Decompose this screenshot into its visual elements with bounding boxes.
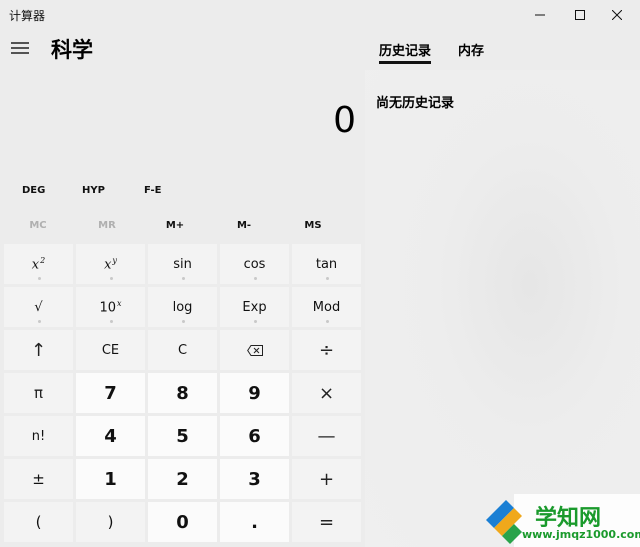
digit-6-button[interactable]: 6 <box>220 416 289 456</box>
close-icon <box>612 10 622 20</box>
memory-store-button[interactable]: MS <box>279 220 347 231</box>
digit-2-button[interactable]: 2 <box>148 459 217 499</box>
key-label: 1 <box>104 468 117 490</box>
exp-button[interactable]: Exp <box>220 287 289 327</box>
shift-arrow-icon: ↑ <box>30 339 47 361</box>
digit-8-button[interactable]: 8 <box>148 373 217 413</box>
close-button[interactable] <box>594 0 640 30</box>
active-tab-indicator <box>379 61 431 64</box>
memory-recall-button[interactable]: MR <box>73 220 141 231</box>
sqrt-button[interactable]: √ <box>4 287 73 327</box>
backspace-button[interactable] <box>220 330 289 370</box>
key-label: log <box>172 299 193 315</box>
key-label: 9 <box>248 382 261 404</box>
key-label: 6 <box>248 425 261 447</box>
square-button[interactable]: x2 <box>4 244 73 284</box>
backspace-icon <box>246 344 263 356</box>
minus-button[interactable]: — <box>292 416 361 456</box>
key-label: Mod <box>312 299 341 315</box>
key-label: 5 <box>176 425 189 447</box>
key-label: 7 <box>104 382 117 404</box>
digit-0-button[interactable]: 0 <box>148 502 217 542</box>
mode-title: 科学 <box>51 38 93 62</box>
digit-5-button[interactable]: 5 <box>148 416 217 456</box>
right-paren-button[interactable]: ) <box>76 502 145 542</box>
digit-9-button[interactable]: 9 <box>220 373 289 413</box>
equals-button[interactable]: = <box>292 502 361 542</box>
log-button[interactable]: log <box>148 287 217 327</box>
menu-button[interactable] <box>10 40 32 58</box>
clear-button[interactable]: C <box>148 330 217 370</box>
key-label: 8 <box>176 382 189 404</box>
key-label: Exp <box>242 299 267 315</box>
digit-3-button[interactable]: 3 <box>220 459 289 499</box>
digit-1-button[interactable]: 1 <box>76 459 145 499</box>
plus-button[interactable]: + <box>292 459 361 499</box>
key-label: ( <box>35 513 42 531</box>
maximize-icon <box>575 10 585 20</box>
digit-7-button[interactable]: 7 <box>76 373 145 413</box>
key-label: + <box>318 468 335 490</box>
memory-add-button[interactable]: M+ <box>141 220 209 231</box>
key-label: ) <box>107 513 114 531</box>
app-title: 计算器 <box>9 9 46 23</box>
key-label: n! <box>31 428 46 444</box>
hyp-button[interactable]: HYP <box>82 185 105 196</box>
key-label: — <box>317 425 336 447</box>
result-display: 0 <box>333 100 356 141</box>
digit-4-button[interactable]: 4 <box>76 416 145 456</box>
key-label: x2 <box>31 255 46 273</box>
key-label: 2 <box>176 468 189 490</box>
tan-button[interactable]: tan <box>292 244 361 284</box>
factorial-button[interactable]: n! <box>4 416 73 456</box>
key-label: tan <box>315 256 338 272</box>
left-paren-button[interactable]: ( <box>4 502 73 542</box>
watermark-url: www.jmqz1000.com <box>522 528 640 541</box>
key-label: xy <box>104 255 117 273</box>
shift-button[interactable]: ↑ <box>4 330 73 370</box>
history-panel-background <box>365 70 640 547</box>
tab-history[interactable]: 历史记录 <box>379 40 431 59</box>
multiply-button[interactable]: × <box>292 373 361 413</box>
pi-button[interactable]: π <box>4 373 73 413</box>
key-label: √ <box>34 299 43 315</box>
angle-mode-button[interactable]: DEG <box>22 185 45 196</box>
key-label: × <box>318 382 335 404</box>
ten-power-button[interactable]: 10x <box>76 287 145 327</box>
key-label: ÷ <box>318 339 335 361</box>
tab-memory[interactable]: 内存 <box>458 40 484 59</box>
clear-entry-button[interactable]: CE <box>76 330 145 370</box>
key-label: 0 <box>176 511 189 533</box>
key-label: 4 <box>104 425 117 447</box>
fe-button[interactable]: F-E <box>144 185 162 196</box>
power-button[interactable]: xy <box>76 244 145 284</box>
memory-subtract-button[interactable]: M- <box>210 220 278 231</box>
divide-button[interactable]: ÷ <box>292 330 361 370</box>
mod-button[interactable]: Mod <box>292 287 361 327</box>
empty-history-message: 尚无历史记录 <box>376 96 455 111</box>
key-label: π <box>33 384 44 402</box>
key-label: C <box>177 342 188 358</box>
key-label: CE <box>101 342 120 358</box>
decimal-button[interactable]: . <box>220 502 289 542</box>
key-label: . <box>251 511 258 533</box>
key-label: = <box>318 511 335 533</box>
memory-clear-button[interactable]: MC <box>4 220 72 231</box>
negate-button[interactable]: ± <box>4 459 73 499</box>
title-bar: 计算器 <box>0 0 640 30</box>
sin-button[interactable]: sin <box>148 244 217 284</box>
minimize-icon <box>535 14 545 16</box>
key-label: 3 <box>248 468 261 490</box>
cos-button[interactable]: cos <box>220 244 289 284</box>
key-label: 10x <box>99 298 122 316</box>
key-label: cos <box>243 256 266 272</box>
key-label: sin <box>173 256 192 272</box>
hamburger-icon <box>11 42 29 54</box>
key-label: ± <box>32 470 45 488</box>
